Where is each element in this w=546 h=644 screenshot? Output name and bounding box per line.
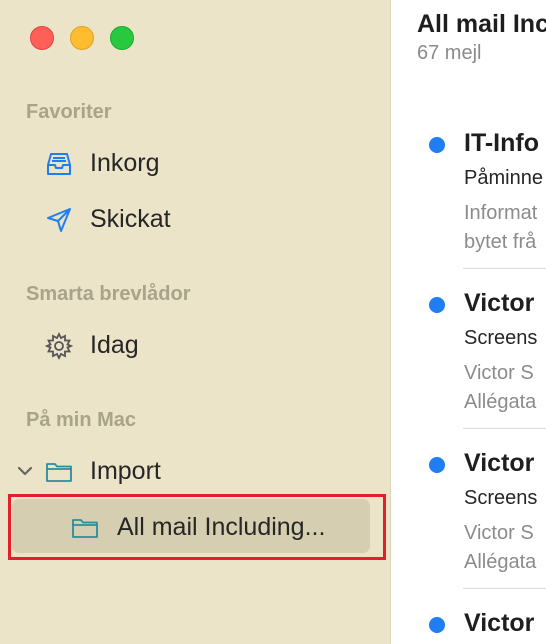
message-separator [463, 268, 546, 269]
close-window-button[interactable] [30, 26, 54, 50]
zoom-window-button[interactable] [110, 26, 134, 50]
message-subject: Screens [464, 327, 538, 349]
message-sender: Victor [464, 449, 535, 477]
unread-dot-icon [429, 617, 445, 633]
message-subject: Påminne [464, 167, 543, 189]
unread-dot-icon [429, 457, 445, 473]
section-favorites: Favoriter [26, 101, 112, 123]
message-subject: Screens [464, 487, 538, 509]
message-preview: Allégata [464, 391, 537, 413]
message-preview: Victor S [464, 522, 534, 544]
sidebar-item-label: Skickat [90, 204, 171, 233]
section-on-my-mac: På min Mac [26, 409, 137, 431]
message-row[interactable]: Victor [391, 605, 546, 644]
message-count: 67 mejl [417, 42, 482, 64]
message-row[interactable]: IT-Info Påminne Informat bytet frå [391, 125, 546, 285]
sidebar-item-sent[interactable]: Skickat [0, 197, 390, 241]
folder-icon [44, 457, 74, 487]
sidebar-item-import[interactable]: Import [0, 449, 390, 493]
unread-dot-icon [429, 137, 445, 153]
message-sender: IT-Info [464, 129, 539, 157]
unread-dot-icon [429, 297, 445, 313]
mailbox-title: All mail Inc [417, 10, 546, 38]
message-preview: bytet frå [464, 231, 537, 253]
chevron-down-icon[interactable] [14, 460, 36, 482]
sidebar-item-label: Import [90, 456, 161, 485]
message-sender: Victor [464, 609, 535, 637]
message-sender: Victor [464, 289, 535, 317]
message-separator [463, 588, 546, 589]
sidebar: Favoriter Inkorg Skickat Smarta brevlådo… [0, 0, 391, 644]
minimize-window-button[interactable] [70, 26, 94, 50]
message-preview: Victor S [464, 362, 534, 384]
sidebar-item-label: Idag [90, 330, 139, 359]
message-preview: Allégata [464, 551, 537, 573]
sidebar-item-today[interactable]: Idag [0, 323, 390, 367]
gear-icon [44, 331, 74, 361]
sidebar-item-label: Inkorg [90, 148, 160, 177]
sidebar-item-inbox[interactable]: Inkorg [0, 141, 390, 185]
paper-plane-icon [44, 205, 74, 235]
inbox-tray-icon [44, 149, 74, 179]
window-controls [30, 26, 134, 50]
message-row[interactable]: Victor Screens Victor S Allégata [391, 285, 546, 445]
section-smart-mailboxes: Smarta brevlådor [26, 283, 191, 305]
highlight-box [8, 494, 386, 560]
message-row[interactable]: Victor Screens Victor S Allégata [391, 445, 546, 605]
message-list-pane: All mail Inc 67 mejl IT-Info Påminne Inf… [391, 0, 546, 644]
message-preview: Informat [464, 202, 538, 224]
message-separator [463, 428, 546, 429]
